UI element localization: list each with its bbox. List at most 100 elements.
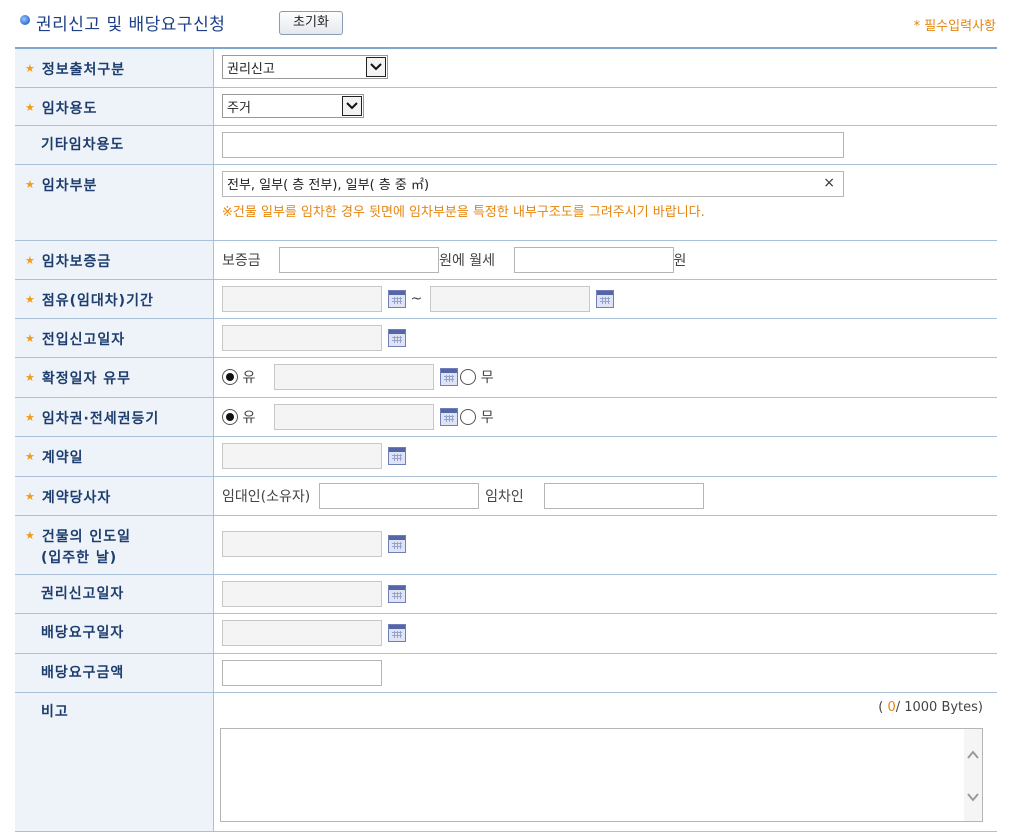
label-claim-report-date: 권리신고일자 — [15, 575, 214, 613]
content-lease-use: 주거 — [214, 88, 997, 125]
fixed-date-no-radio[interactable] — [460, 369, 477, 385]
calendar-icon[interactable] — [388, 329, 406, 347]
period-end-input[interactable] — [429, 286, 590, 312]
row-claim-report-date: 권리신고일자 — [15, 575, 997, 614]
required-star-icon: ★ — [25, 490, 36, 503]
scrollbar[interactable] — [964, 729, 982, 821]
content-move-in-date — [214, 319, 997, 357]
calendar-icon[interactable] — [388, 624, 406, 642]
row-contract-parties: ★ 계약당사자 임대인(소유자) 임차인 — [15, 477, 997, 516]
label-contract-parties: ★ 계약당사자 — [15, 477, 214, 515]
lease-registration-yes-radio[interactable] — [222, 409, 238, 425]
required-star-icon: ★ — [25, 411, 36, 424]
handover-date-input[interactable] — [222, 531, 382, 557]
content-contract-date — [214, 437, 997, 476]
content-occupancy-period: ~ — [214, 280, 997, 318]
content-info-source: 권리신고 — [214, 49, 997, 87]
content-handover-date — [214, 516, 997, 574]
reset-button[interactable]: 초기화 — [279, 11, 343, 35]
row-move-in-date: ★ 전입신고일자 — [15, 319, 997, 358]
landlord-label: 임대인(소유자) — [222, 489, 311, 505]
tenant-input[interactable] — [544, 483, 705, 509]
claim-report-date-input[interactable] — [222, 581, 382, 607]
content-remarks: ( 0/ 1000 Bytes) — [214, 693, 997, 831]
chevron-down-icon[interactable] — [366, 57, 386, 77]
deposit-input[interactable] — [279, 247, 440, 273]
dividend-request-date-input[interactable] — [222, 620, 382, 646]
calendar-icon[interactable] — [388, 535, 406, 553]
required-star-icon: ★ — [25, 450, 36, 463]
rights-report-form: ★ 정보출처구분 권리신고 ★ 임차용도 주거 기타임차용도 ★ 임차부분 전부, — [15, 47, 997, 832]
scroll-up-icon[interactable] — [966, 749, 980, 761]
lease-registration-no-radio[interactable] — [460, 409, 477, 425]
calendar-icon[interactable] — [595, 290, 614, 308]
content-fixed-date: 유 무 — [214, 358, 997, 397]
content-deposit: 보증금 원에 월세 원 — [214, 241, 997, 279]
content-lease-registration: 유 무 — [214, 398, 997, 436]
fixed-date-yes-label: 유 — [242, 370, 256, 386]
label-fixed-date: ★ 확정일자 유무 — [15, 358, 214, 397]
fixed-date-no-label: 무 — [480, 370, 494, 386]
content-claim-report-date — [214, 575, 997, 613]
fixed-date-input[interactable] — [273, 364, 434, 390]
other-lease-use-input[interactable] — [222, 132, 844, 158]
monthly-prefix: 원에 월세 — [439, 253, 496, 269]
lease-part-input[interactable]: 전부, 일부( 층 전부), 일부( 층 중 ㎡) × — [222, 171, 844, 197]
calendar-icon[interactable] — [388, 585, 406, 603]
label-handover-date: ★ 건물의 인도일 (입주한 날) — [15, 516, 214, 574]
calendar-icon[interactable] — [388, 447, 406, 465]
row-dividend-amount: 배당요구금액 — [15, 654, 997, 693]
required-star-icon: ★ — [25, 293, 36, 306]
row-lease-part: ★ 임차부분 전부, 일부( 층 전부), 일부( 층 중 ㎡) × ※건물 일부… — [15, 165, 997, 241]
title-bar: 권리신고 및 배당요구신청 초기화 * 필수입력사항 — [18, 10, 998, 40]
clear-icon[interactable]: × — [823, 175, 835, 191]
bullet-icon — [20, 15, 30, 25]
calendar-icon[interactable] — [439, 368, 458, 386]
row-other-lease-use: 기타임차용도 — [15, 126, 997, 165]
row-dividend-request-date: 배당요구일자 — [15, 614, 997, 654]
label-occupancy-period: ★ 점유(임대차)기간 — [15, 280, 214, 318]
row-deposit: ★ 임차보증금 보증금 원에 월세 원 — [15, 241, 997, 280]
content-contract-parties: 임대인(소유자) 임차인 — [214, 477, 997, 515]
required-star-icon: ★ — [25, 371, 36, 384]
remarks-textarea[interactable] — [220, 728, 983, 822]
required-star-icon: ★ — [25, 254, 36, 267]
monthly-rent-input[interactable] — [513, 247, 674, 273]
label-dividend-amount: 배당요구금액 — [15, 654, 214, 692]
row-lease-registration: ★ 임차권·전세권등기 유 무 — [15, 398, 997, 437]
row-info-source: ★ 정보출처구분 권리신고 — [15, 49, 997, 88]
content-lease-part: 전부, 일부( 층 전부), 일부( 층 중 ㎡) × ※건물 일부를 임차한 … — [214, 165, 997, 240]
deposit-prefix: 보증금 — [222, 253, 261, 269]
label-remarks: 비고 — [15, 693, 214, 831]
contract-date-input[interactable] — [222, 443, 382, 469]
landlord-input[interactable] — [318, 483, 479, 509]
content-dividend-request-date — [214, 614, 997, 653]
lease-use-select[interactable]: 주거 — [222, 94, 364, 118]
required-star-icon: ★ — [25, 178, 36, 191]
content-dividend-amount — [214, 654, 997, 692]
label-contract-date: ★ 계약일 — [15, 437, 214, 476]
byte-counter: ( 0/ 1000 Bytes) — [878, 700, 983, 715]
tenant-label: 임차인 — [485, 489, 524, 505]
period-start-input[interactable] — [222, 286, 382, 312]
lease-registration-yes-label: 유 — [242, 410, 256, 426]
scroll-down-icon[interactable] — [966, 791, 980, 803]
row-handover-date: ★ 건물의 인도일 (입주한 날) — [15, 516, 997, 575]
required-star-icon: ★ — [25, 101, 36, 114]
lease-registration-no-label: 무 — [480, 410, 494, 426]
dividend-amount-input[interactable] — [222, 660, 382, 686]
fixed-date-yes-radio[interactable] — [222, 369, 238, 385]
label-deposit: ★ 임차보증금 — [15, 241, 214, 279]
lease-registration-date-input[interactable] — [273, 404, 434, 430]
label-lease-use: ★ 임차용도 — [15, 88, 214, 125]
lease-part-warning: ※건물 일부를 임차한 경우 뒷면에 임차부분을 특정한 내부구조도를 그려주시… — [222, 205, 705, 220]
info-source-select[interactable]: 권리신고 — [222, 55, 388, 79]
calendar-icon[interactable] — [388, 290, 406, 308]
content-other-lease-use — [214, 126, 997, 164]
row-remarks: 비고 ( 0/ 1000 Bytes) — [15, 693, 997, 832]
move-in-date-input[interactable] — [222, 325, 382, 351]
won-suffix: 원 — [673, 253, 687, 269]
chevron-down-icon[interactable] — [342, 96, 362, 116]
label-lease-registration: ★ 임차권·전세권등기 — [15, 398, 214, 436]
calendar-icon[interactable] — [439, 408, 458, 426]
